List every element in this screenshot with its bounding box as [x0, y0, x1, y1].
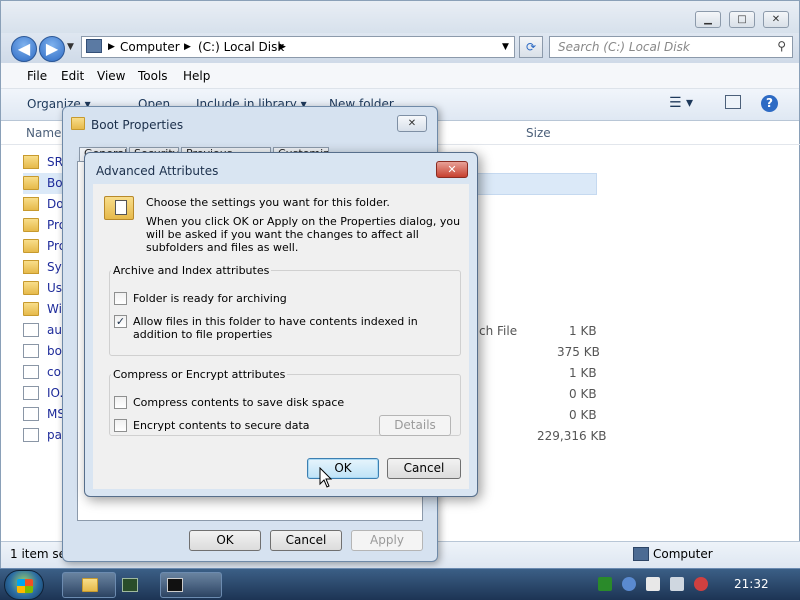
close-button[interactable]: ✕ [397, 115, 427, 132]
network-icon[interactable] [670, 577, 684, 591]
help-icon[interactable]: ? [761, 95, 778, 112]
archiving-label: Folder is ready for archiving [133, 292, 287, 305]
tray-status-icon[interactable] [598, 577, 612, 591]
file-size: 229,316 KB [537, 429, 607, 443]
breadcrumb-arrow-icon[interactable]: ▶ [279, 42, 286, 52]
intro-note: When you click OK or Apply on the Proper… [146, 215, 461, 254]
menu-view[interactable]: View [97, 69, 125, 83]
menu-tools[interactable]: Tools [138, 69, 168, 83]
preview-pane-icon[interactable] [725, 95, 741, 109]
ok-button[interactable]: OK [307, 458, 379, 479]
menu-file[interactable]: File [27, 69, 47, 83]
intro-text: Choose the settings you want for this fo… [146, 196, 390, 209]
close-button[interactable]: ✕ [436, 161, 468, 178]
address-dropdown-icon[interactable]: ▼ [502, 42, 509, 52]
windows-logo-icon [17, 579, 33, 593]
address-bar[interactable]: ▶ Computer ▶ (C:) Local Disk ▶ ▼ [81, 36, 515, 58]
folder-icon [23, 239, 39, 253]
status-location: Computer [653, 547, 713, 561]
folder-icon [23, 218, 39, 232]
tray-security-icon[interactable] [622, 577, 636, 591]
view-options-icon[interactable]: ☰ ▾ [669, 95, 693, 111]
breadcrumb-arrow-icon[interactable]: ▶ [184, 42, 191, 52]
search-input[interactable]: Search (C:) Local Disk ⚲ [549, 36, 793, 58]
file-icon [23, 407, 39, 421]
cancel-button[interactable]: Cancel [270, 530, 342, 551]
encrypt-checkbox[interactable] [114, 419, 127, 432]
folder-icon [23, 281, 39, 295]
dialog-body: Choose the settings you want for this fo… [93, 184, 469, 489]
status-selection: 1 item sel [10, 547, 70, 561]
file-size: 0 KB [569, 387, 597, 401]
indexing-label: Allow files in this folder to have conte… [133, 315, 418, 341]
locked-folder-icon [23, 197, 39, 211]
file-size: 375 KB [557, 345, 600, 359]
group-label: Archive and Index attributes [111, 264, 272, 277]
action-center-flag-icon[interactable] [646, 577, 660, 591]
locked-folder-icon [23, 155, 39, 169]
apply-button[interactable]: Apply [351, 530, 423, 551]
column-size[interactable]: Size [526, 126, 551, 140]
ok-button[interactable]: OK [189, 530, 261, 551]
group-label: Compress or Encrypt attributes [111, 368, 288, 381]
taskbar-explorer-button[interactable] [62, 572, 116, 598]
file-type: ch File [479, 324, 518, 338]
menu-help[interactable]: Help [183, 69, 210, 83]
start-button[interactable] [4, 570, 44, 600]
search-placeholder: Search (C:) Local Disk [558, 40, 690, 54]
taskbar: 21:32 [0, 568, 800, 600]
file-icon [23, 344, 39, 358]
details-button[interactable]: Details [379, 415, 451, 436]
archive-index-group [109, 270, 461, 356]
file-icon [23, 323, 39, 337]
breadcrumb-computer[interactable]: Computer [120, 40, 180, 54]
column-name[interactable]: Name [26, 126, 61, 140]
task-manager-icon [122, 578, 138, 592]
menu-edit[interactable]: Edit [61, 69, 84, 83]
folder-icon [71, 117, 85, 130]
back-button[interactable]: ◀ [11, 36, 37, 62]
recent-pages-dropdown[interactable]: ▼ [67, 42, 74, 52]
minimize-button[interactable]: ▁ [695, 11, 721, 28]
dialog-title: Boot Properties [91, 118, 184, 132]
folder-icon [23, 302, 39, 316]
file-size: 1 KB [569, 324, 597, 338]
breadcrumb-arrow-icon[interactable]: ▶ [108, 42, 115, 52]
folder-icon [82, 578, 98, 592]
cancel-button[interactable]: Cancel [387, 458, 461, 479]
close-window-button[interactable]: ✕ [763, 11, 789, 28]
compress-checkbox[interactable] [114, 396, 127, 409]
folder-icon [23, 176, 39, 190]
file-icon [23, 428, 39, 442]
volume-muted-icon[interactable] [694, 577, 708, 591]
selected-row-highlight [471, 173, 597, 195]
refresh-button[interactable]: ⟳ [519, 36, 543, 58]
menu-bar: File Edit View Tools Help [1, 63, 799, 89]
file-icon [23, 365, 39, 379]
command-prompt-icon [167, 578, 183, 592]
dialog-title: Advanced Attributes [96, 164, 219, 178]
search-icon[interactable]: ⚲ [777, 39, 786, 53]
folder-attributes-icon [104, 196, 134, 220]
explorer-titlebar: ▁ □ ✕ [1, 1, 799, 33]
taskbar-cmd-button[interactable] [160, 572, 222, 598]
maximize-button[interactable]: □ [729, 11, 755, 28]
advanced-attributes-dialog: Advanced Attributes ✕ Choose the setting… [84, 152, 478, 497]
file-size: 1 KB [569, 366, 597, 380]
compress-label: Compress contents to save disk space [133, 396, 345, 409]
encrypt-label: Encrypt contents to secure data [133, 419, 310, 432]
computer-icon [86, 39, 102, 53]
indexing-checkbox[interactable]: ✓ [114, 315, 127, 328]
computer-icon [633, 547, 649, 561]
file-size: 0 KB [569, 408, 597, 422]
forward-button[interactable]: ▶ [39, 36, 65, 62]
file-icon [23, 386, 39, 400]
archiving-checkbox[interactable] [114, 292, 127, 305]
locked-folder-icon [23, 260, 39, 274]
breadcrumb-local-disk[interactable]: (C:) Local Disk [198, 40, 284, 54]
clock[interactable]: 21:32 [734, 577, 769, 591]
